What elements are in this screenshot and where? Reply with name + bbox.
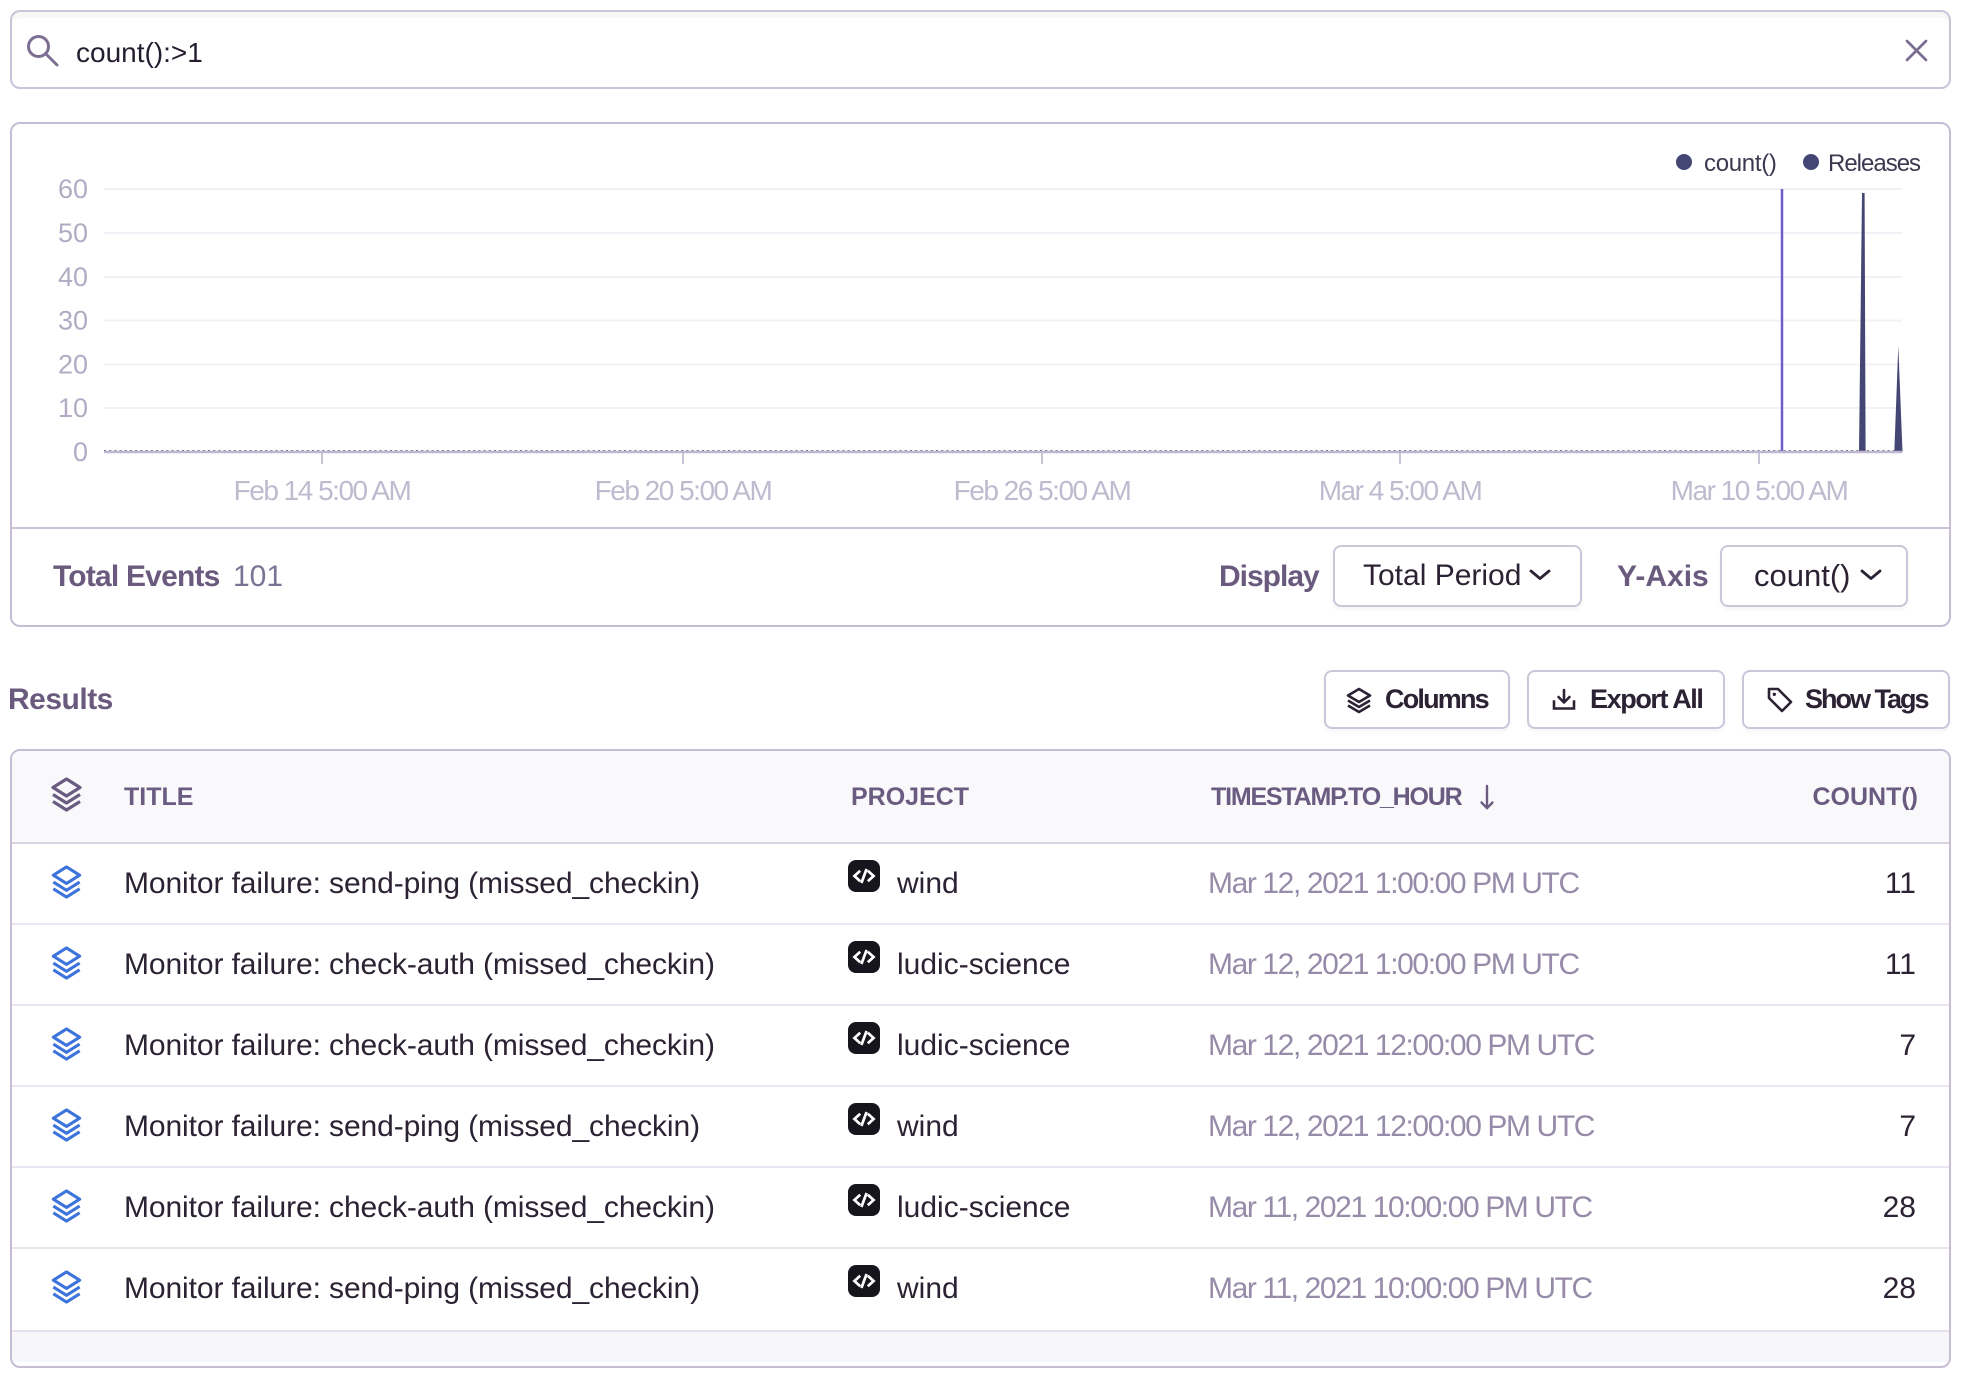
svg-text:20: 20 (58, 350, 88, 380)
svg-text:40: 40 (58, 262, 88, 292)
svg-text:50: 50 (58, 218, 88, 248)
svg-text:30: 30 (58, 306, 88, 336)
svg-text:count(): count() (1704, 150, 1777, 177)
svg-text:Mar 10 5:00 AM: Mar 10 5:00 AM (1671, 475, 1848, 506)
svg-text:60: 60 (58, 174, 88, 204)
svg-text:Feb 14 5:00 AM: Feb 14 5:00 AM (234, 475, 411, 506)
svg-text:Mar 4 5:00 AM: Mar 4 5:00 AM (1319, 475, 1482, 506)
svg-text:10: 10 (58, 393, 88, 423)
svg-text:Releases: Releases (1828, 150, 1921, 177)
svg-text:Feb 20 5:00 AM: Feb 20 5:00 AM (595, 475, 772, 506)
svg-text:0: 0 (73, 437, 88, 467)
svg-text:Feb 26 5:00 AM: Feb 26 5:00 AM (954, 475, 1131, 506)
